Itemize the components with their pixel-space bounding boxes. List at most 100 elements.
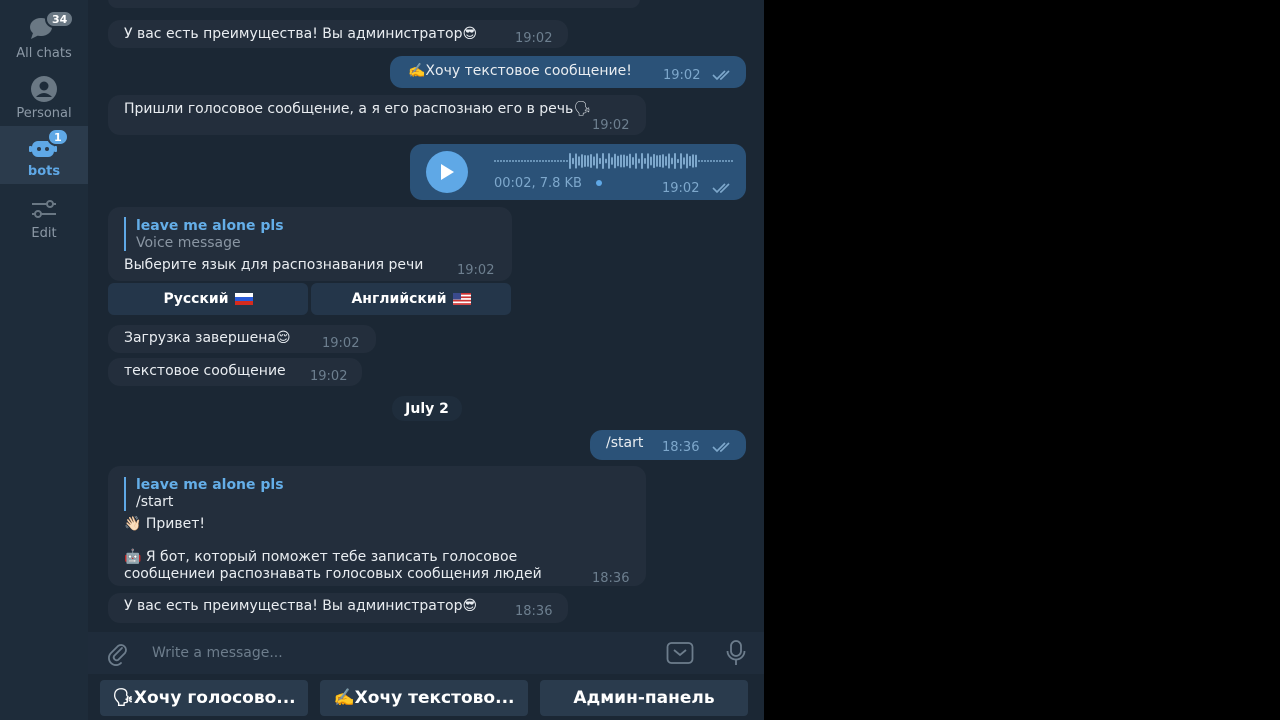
folder-all-chats[interactable]: 34 All chats bbox=[0, 10, 88, 72]
message-time: 18:36 bbox=[662, 440, 700, 455]
waveform-bar bbox=[710, 160, 712, 162]
play-button[interactable] bbox=[426, 151, 468, 193]
folder-personal[interactable]: Personal bbox=[0, 74, 88, 132]
waveform-bar bbox=[635, 153, 637, 169]
message-composer bbox=[88, 632, 764, 674]
message-incoming[interactable]: У вас есть преимущества! Вы администрато… bbox=[108, 20, 568, 48]
waveform-bar bbox=[719, 160, 721, 162]
waveform-bar bbox=[620, 154, 622, 168]
waveform-bar bbox=[704, 160, 706, 162]
waveform-bar bbox=[542, 160, 544, 162]
waveform-bar bbox=[599, 157, 601, 165]
waveform-bar bbox=[560, 160, 562, 162]
message-time: 19:02 bbox=[322, 336, 360, 351]
message-text: /start bbox=[606, 435, 644, 451]
waveform-bar bbox=[584, 154, 586, 168]
waveform-bar bbox=[581, 154, 583, 168]
waveform-bar bbox=[731, 160, 733, 162]
message-time: 19:02 bbox=[592, 118, 630, 133]
voice-meta: 00:02, 7.8 KB bbox=[494, 176, 582, 191]
waveform-bar bbox=[626, 155, 628, 167]
waveform-bar bbox=[695, 154, 697, 168]
waveform-bar bbox=[536, 160, 538, 162]
button-label: Русский bbox=[163, 291, 229, 307]
microphone-icon[interactable] bbox=[726, 640, 746, 666]
sliders-icon bbox=[27, 194, 61, 224]
waveform-bar bbox=[716, 160, 718, 162]
unread-badge: 34 bbox=[45, 10, 75, 28]
waveform-bar bbox=[575, 153, 577, 169]
waveform-bar bbox=[665, 156, 667, 166]
chats-icon: 34 bbox=[27, 10, 75, 44]
waveform-bar bbox=[548, 160, 550, 162]
waveform-bar bbox=[629, 153, 631, 169]
message-incoming-reply[interactable]: leave me alone pls Voice message Выберит… bbox=[108, 207, 512, 281]
telegram-window: 34 All chats Personal 1 bots Edit У вас … bbox=[0, 0, 764, 720]
message-text: 🤖 Я бот, который поможет тебе записать г… bbox=[124, 549, 518, 565]
message-outgoing[interactable]: /start 18:36 bbox=[590, 430, 746, 460]
message-incoming[interactable]: У вас есть преимущества! Вы администрато… bbox=[108, 593, 568, 623]
message-incoming[interactable]: Пришли голосовое сообщение, а я его расп… bbox=[108, 95, 646, 135]
waveform-bar bbox=[557, 160, 559, 162]
person-icon bbox=[27, 74, 61, 104]
attach-icon[interactable] bbox=[106, 642, 130, 666]
message-text: 👋🏻 Привет! bbox=[124, 516, 206, 532]
double-check-icon bbox=[712, 183, 730, 194]
waveform-bar bbox=[590, 153, 592, 169]
play-icon bbox=[441, 164, 454, 180]
waveform-bar bbox=[647, 153, 649, 169]
reply-button-admin[interactable]: Админ-панель bbox=[540, 680, 748, 716]
reply-text: /start bbox=[136, 494, 174, 510]
bot-keyboard-toggle-icon[interactable] bbox=[666, 641, 694, 665]
waveform-bar bbox=[503, 160, 505, 162]
message-time: 18:36 bbox=[592, 571, 630, 586]
message-input[interactable] bbox=[152, 642, 632, 664]
unplayed-dot bbox=[596, 180, 602, 186]
waveform-bar bbox=[701, 160, 703, 162]
waveform-bar bbox=[551, 160, 553, 162]
waveform-bar bbox=[509, 160, 511, 162]
waveform-bar bbox=[527, 160, 529, 162]
waveform-bar bbox=[611, 157, 613, 165]
message-time: 19:02 bbox=[663, 68, 701, 83]
reply-text: Voice message bbox=[136, 235, 241, 251]
waveform-bar bbox=[698, 160, 700, 162]
folder-edit[interactable]: Edit bbox=[0, 194, 88, 252]
waveform-bar bbox=[671, 157, 673, 165]
waveform-bar bbox=[722, 160, 724, 162]
message-incoming[interactable]: Загрузка завершена😌 19:02 bbox=[108, 325, 376, 353]
waveform-bar bbox=[725, 160, 727, 162]
waveform-bar bbox=[554, 160, 556, 162]
folder-bots[interactable]: 1 bots bbox=[0, 126, 88, 184]
double-check-icon bbox=[712, 70, 730, 81]
inline-button-english[interactable]: Английский bbox=[311, 283, 511, 315]
reply-button-voice[interactable]: 🗣Хочу голосово... bbox=[100, 680, 308, 716]
inline-button-russian[interactable]: Русский bbox=[108, 283, 308, 315]
unread-badge: 1 bbox=[47, 128, 69, 146]
waveform-bar bbox=[608, 153, 610, 169]
waveform-bar bbox=[593, 156, 595, 166]
waveform-bar bbox=[707, 160, 709, 162]
waveform-bar bbox=[644, 157, 646, 165]
waveform-bar bbox=[689, 155, 691, 167]
reply-button-text[interactable]: ✍️Хочу текстово... bbox=[320, 680, 528, 716]
bot-icon: 1 bbox=[27, 128, 69, 162]
message-time: 19:02 bbox=[662, 181, 700, 196]
voice-message[interactable]: 00:02, 7.8 KB 19:02 bbox=[410, 144, 746, 200]
waveform-bar bbox=[500, 160, 502, 162]
waveform-bar bbox=[656, 155, 658, 167]
waveform-bar bbox=[494, 160, 496, 162]
date-separator: July 2 bbox=[392, 396, 462, 421]
waveform-bar bbox=[563, 160, 565, 162]
waveform-bar bbox=[569, 153, 571, 169]
button-label: Английский bbox=[351, 291, 447, 307]
waveform-bar bbox=[578, 156, 580, 166]
waveform-bar bbox=[605, 158, 607, 164]
bot-reply-keyboard: 🗣Хочу голосово... ✍️Хочу текстово... Адм… bbox=[88, 674, 764, 720]
message-outgoing[interactable]: ✍️Хочу текстовое сообщение! 19:02 bbox=[390, 56, 746, 88]
message-incoming-reply[interactable]: leave me alone pls /start 👋🏻 Привет! 🤖 Я… bbox=[108, 466, 646, 586]
message-time: 19:02 bbox=[515, 31, 553, 46]
waveform-bar bbox=[530, 160, 532, 162]
waveform[interactable] bbox=[494, 152, 736, 170]
message-incoming[interactable]: текстовое сообщение 19:02 bbox=[108, 358, 362, 386]
